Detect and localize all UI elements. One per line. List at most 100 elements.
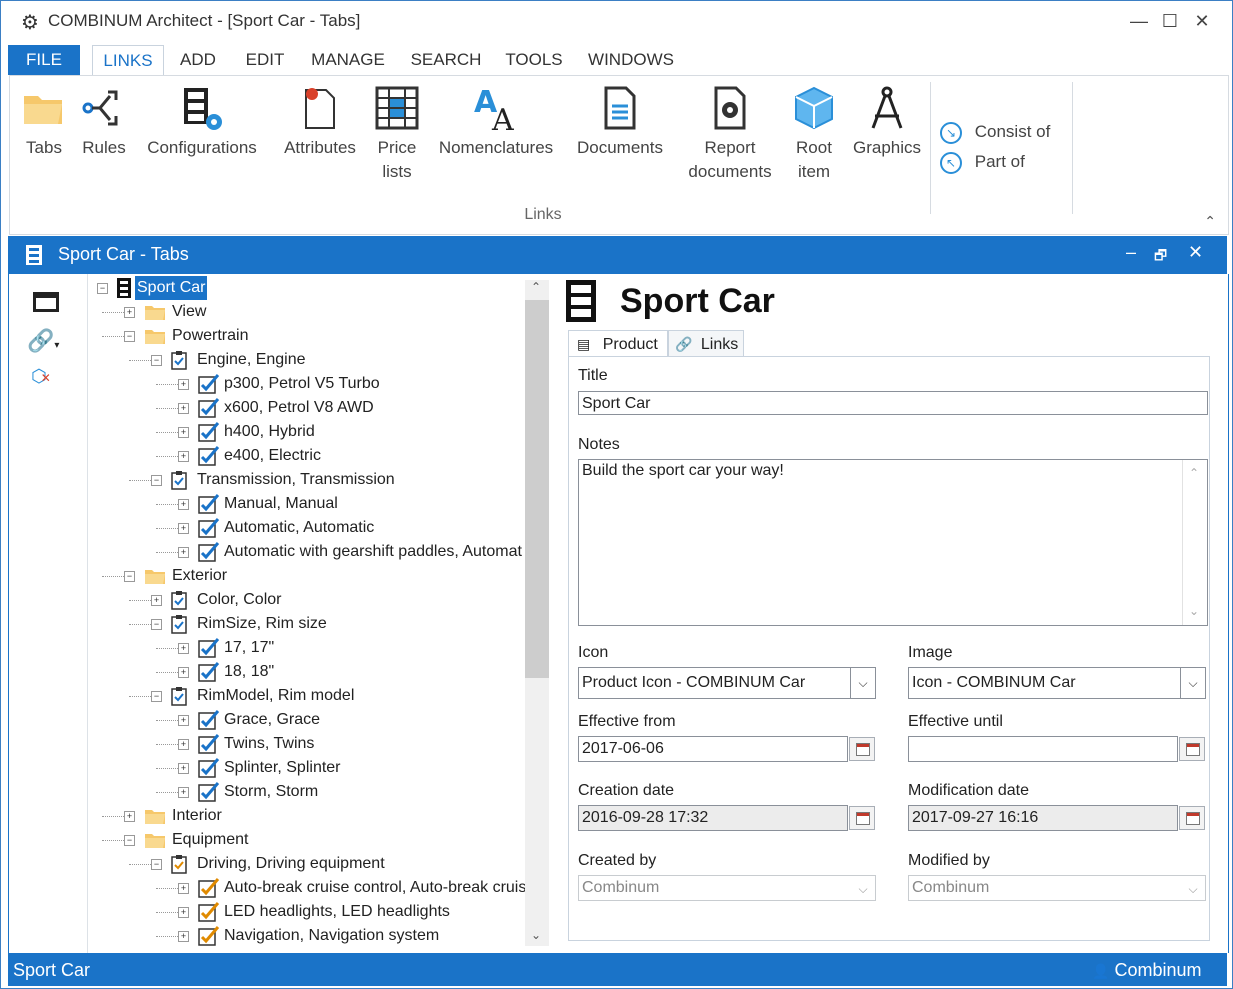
- tab-search[interactable]: SEARCH: [405, 45, 487, 75]
- tab-tools[interactable]: TOOLS: [499, 45, 569, 75]
- minimize-button[interactable]: —: [1125, 11, 1153, 32]
- created-by-chevron-down-icon[interactable]: ⌵: [851, 876, 875, 900]
- tab-product[interactable]: ▤ Product: [568, 330, 668, 358]
- cube-icon: [795, 86, 833, 130]
- collapse-toggle-icon[interactable]: −: [124, 835, 135, 846]
- modified-by-select[interactable]: Combinum ⌵: [908, 875, 1206, 901]
- expand-toggle-icon[interactable]: +: [178, 763, 189, 774]
- expand-toggle-icon[interactable]: +: [178, 883, 189, 894]
- notes-scroll-down-icon[interactable]: ⌄: [1189, 600, 1199, 622]
- ribbon-tabs-button[interactable]: Tabs: [20, 84, 68, 160]
- expand-toggle-icon[interactable]: +: [178, 643, 189, 654]
- expand-toggle-icon[interactable]: +: [124, 811, 135, 822]
- ribbon-price-lists-button[interactable]: Price lists: [372, 84, 422, 184]
- ribbon-graphics-button[interactable]: Graphics: [850, 84, 924, 160]
- tab-manage[interactable]: MANAGE: [305, 45, 391, 75]
- expand-toggle-icon[interactable]: +: [178, 931, 189, 942]
- expand-toggle-icon[interactable]: +: [178, 499, 189, 510]
- doc-minimize-button[interactable]: ‒: [1126, 242, 1136, 263]
- collapse-toggle-icon[interactable]: −: [124, 331, 135, 342]
- effective-from-input[interactable]: 2017-06-06: [578, 736, 848, 762]
- created-by-label: Created by: [578, 852, 657, 869]
- icon-select[interactable]: Product Icon - COMBINUM Car ⌵: [578, 667, 876, 699]
- expand-toggle-icon[interactable]: +: [178, 787, 189, 798]
- close-button[interactable]: ✕: [1188, 11, 1216, 32]
- scroll-up-icon[interactable]: ⌃: [531, 280, 541, 294]
- ribbon-rules-button[interactable]: Rules: [80, 84, 128, 160]
- expand-toggle-icon[interactable]: +: [124, 307, 135, 318]
- collapse-toggle-icon[interactable]: −: [151, 691, 162, 702]
- expand-toggle-icon[interactable]: +: [178, 739, 189, 750]
- expand-toggle-icon[interactable]: +: [178, 715, 189, 726]
- tab-links[interactable]: LINKS: [92, 45, 164, 76]
- notes-scrollbar[interactable]: ⌃ ⌄: [1182, 460, 1207, 625]
- remove-cube-icon[interactable]: ⬡✕: [31, 366, 51, 387]
- creation-date-input[interactable]: 2016-09-28 17:32: [578, 805, 848, 831]
- tab-links-detail[interactable]: 🔗 Links: [668, 330, 744, 358]
- creation-date-calendar-icon[interactable]: [849, 806, 875, 830]
- product-tab-icon: ▤: [577, 336, 591, 352]
- tree-connector: [129, 864, 151, 865]
- icon-chevron-down-icon[interactable]: ⌵: [850, 668, 875, 698]
- notes-scroll-up-icon[interactable]: ⌃: [1189, 462, 1199, 484]
- document-body: 🔗▾ ⬡✕ − Sport Car + View − Powertrain − Engine,…: [8, 274, 1229, 953]
- ribbon-configurations-button[interactable]: Configurations: [140, 84, 264, 160]
- ribbon-attributes-button[interactable]: Attributes: [278, 84, 362, 160]
- expand-toggle-icon[interactable]: +: [178, 523, 189, 534]
- tab-file[interactable]: FILE: [8, 45, 80, 75]
- link-icon[interactable]: 🔗▾: [27, 328, 59, 354]
- expand-toggle-icon[interactable]: +: [178, 427, 189, 438]
- expand-toggle-icon[interactable]: +: [178, 667, 189, 678]
- ribbon-documents-button[interactable]: Documents: [572, 84, 668, 160]
- effective-until-input[interactable]: [908, 736, 1178, 762]
- ribbon-collapse-button[interactable]: ⌃: [1204, 213, 1216, 230]
- effective-from-calendar-icon[interactable]: [849, 737, 875, 761]
- tree-connector: [156, 432, 178, 433]
- price-list-icon: [375, 86, 419, 130]
- collapse-toggle-icon[interactable]: −: [151, 355, 162, 366]
- created-by-select[interactable]: Combinum ⌵: [578, 875, 876, 901]
- tab-edit[interactable]: EDIT: [237, 45, 293, 75]
- expand-toggle-icon[interactable]: +: [178, 379, 189, 390]
- tree-node-label: 18, 18": [224, 663, 275, 680]
- notes-text: Build the sport car your way!: [582, 462, 784, 479]
- maximize-button[interactable]: ☐: [1156, 11, 1184, 32]
- modified-by-chevron-down-icon[interactable]: ⌵: [1181, 876, 1205, 900]
- ribbon-tabs: FILE LINKS ADD EDIT MANAGE SEARCH TOOLS …: [1, 45, 1232, 76]
- collapse-toggle-icon[interactable]: −: [124, 571, 135, 582]
- tab-windows[interactable]: WINDOWS: [583, 45, 679, 75]
- notes-label: Notes: [578, 436, 620, 453]
- ribbon-root-item-button[interactable]: Root item: [790, 84, 838, 184]
- collapse-toggle-icon[interactable]: −: [97, 283, 108, 294]
- ribbon-report-documents-button[interactable]: Report documents: [682, 84, 778, 184]
- tab-add[interactable]: ADD: [171, 45, 225, 75]
- collapse-toggle-icon[interactable]: −: [151, 475, 162, 486]
- expand-toggle-icon[interactable]: +: [178, 451, 189, 462]
- doc-close-button[interactable]: ✕: [1188, 242, 1203, 263]
- title-input[interactable]: Sport Car: [578, 391, 1208, 415]
- collapse-toggle-icon[interactable]: −: [151, 859, 162, 870]
- doc-restore-button[interactable]: 🗗: [1154, 245, 1167, 269]
- collapse-toggle-icon[interactable]: −: [151, 619, 162, 630]
- expand-toggle-icon[interactable]: +: [178, 907, 189, 918]
- tree-connector: [156, 456, 178, 457]
- image-chevron-down-icon[interactable]: ⌵: [1180, 668, 1205, 698]
- modification-date-input[interactable]: 2017-09-27 16:16: [908, 805, 1178, 831]
- part-of-button[interactable]: ↖ Part of: [940, 152, 1025, 174]
- notes-textarea[interactable]: Build the sport car your way! ⌃ ⌄: [578, 459, 1208, 626]
- expand-toggle-icon[interactable]: +: [178, 547, 189, 558]
- modification-date-calendar-icon[interactable]: [1179, 806, 1205, 830]
- scroll-down-icon[interactable]: ⌄: [531, 928, 541, 942]
- window-icon[interactable]: [33, 292, 59, 312]
- expand-toggle-icon[interactable]: +: [151, 595, 162, 606]
- consist-of-button[interactable]: ↘ Consist of: [940, 122, 1050, 144]
- modified-by-value: Combinum: [912, 879, 990, 896]
- expand-toggle-icon[interactable]: +: [178, 403, 189, 414]
- tree-connector: [156, 672, 178, 673]
- scroll-thumb[interactable]: [525, 300, 549, 678]
- image-select[interactable]: Icon - COMBINUM Car ⌵: [908, 667, 1206, 699]
- ribbon-nomenclatures-button[interactable]: AA Nomenclatures: [434, 84, 558, 160]
- effective-until-calendar-icon[interactable]: [1179, 737, 1205, 761]
- tree-scrollbar[interactable]: ⌃ ⌄: [525, 280, 549, 946]
- attributes-pin-icon: [305, 88, 335, 129]
